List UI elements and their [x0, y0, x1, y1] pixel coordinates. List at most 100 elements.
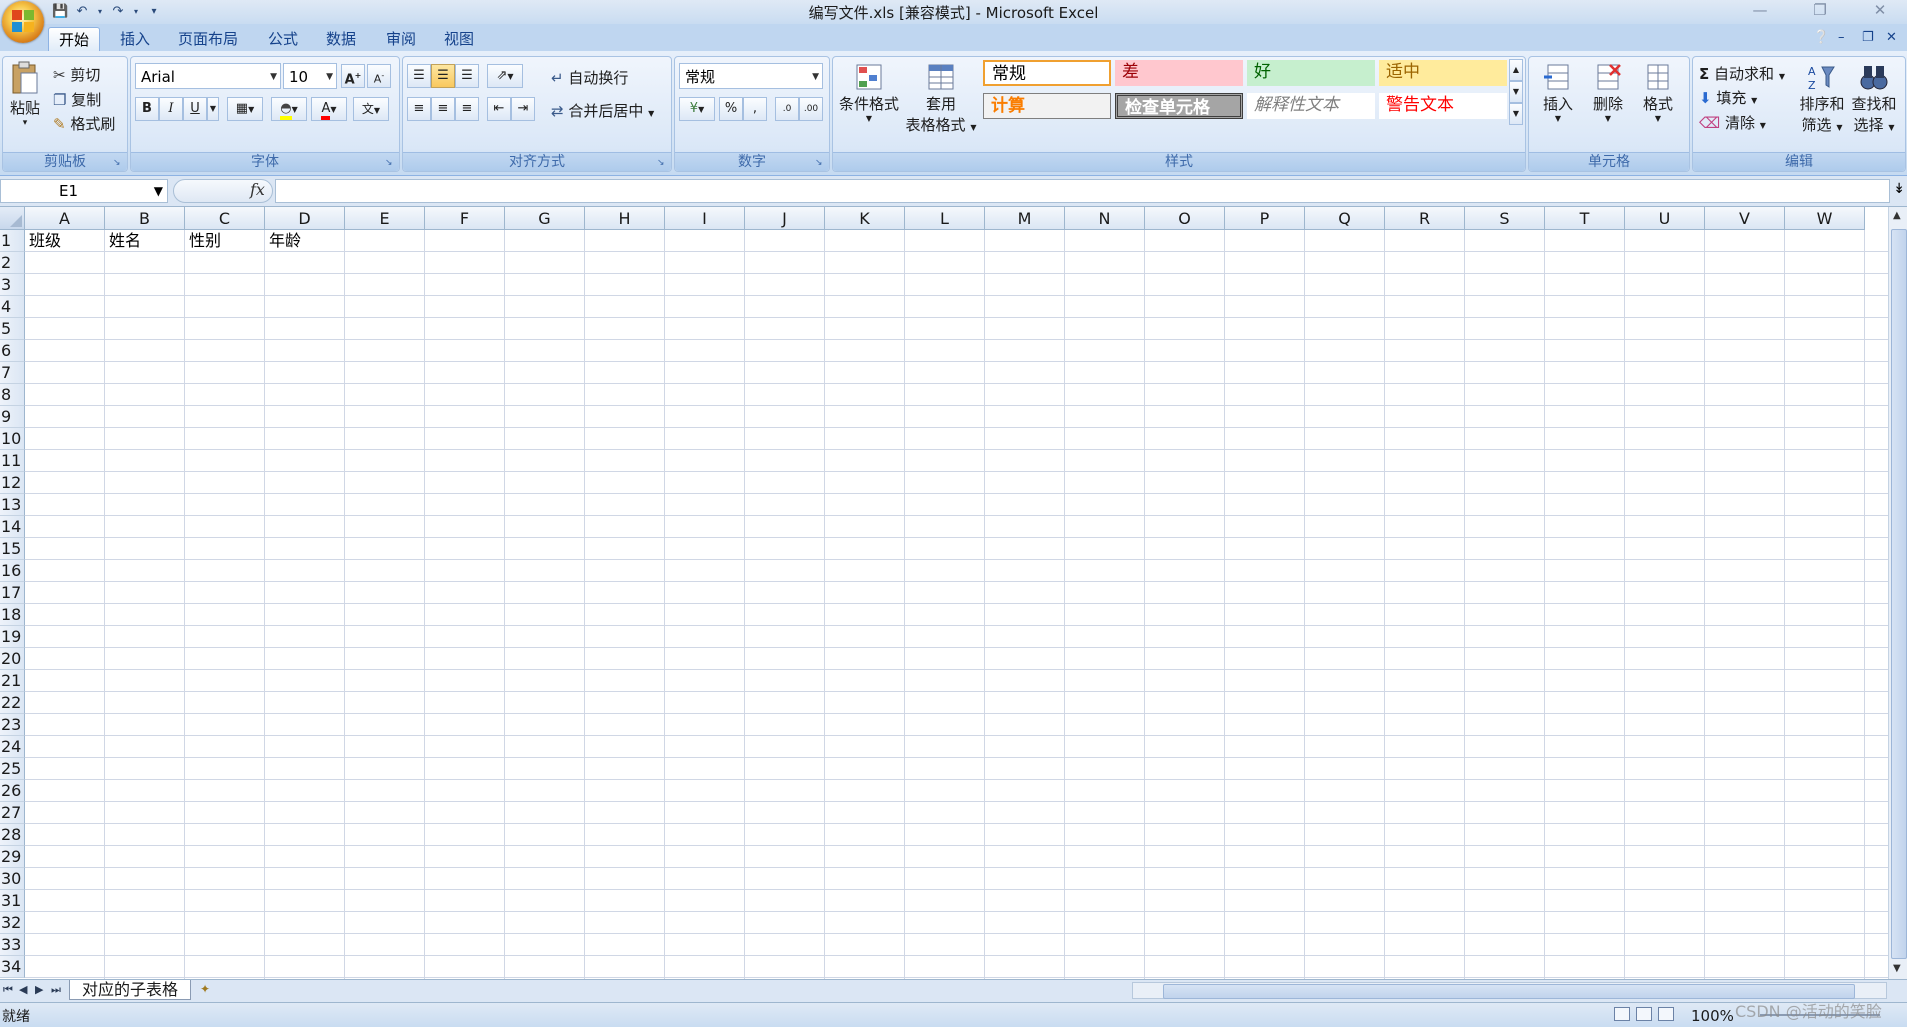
column-header-L[interactable]: L — [905, 207, 985, 230]
clipboard-launcher-icon[interactable]: ↘ — [113, 158, 123, 168]
name-box[interactable]: E1 ▼ — [0, 179, 168, 203]
page-layout-view-icon[interactable] — [1636, 1007, 1652, 1021]
column-header-U[interactable]: U — [1625, 207, 1705, 230]
orientation-button[interactable]: ⇗▼ — [487, 64, 523, 88]
column-header-H[interactable]: H — [585, 207, 665, 230]
fill-button[interactable]: ⬇ 填充 ▼ — [1699, 87, 1757, 108]
column-header-F[interactable]: F — [425, 207, 505, 230]
fill-color-button[interactable]: ◓▼ — [271, 97, 307, 121]
horizontal-scroll-thumb[interactable] — [1163, 984, 1855, 999]
row-header-1[interactable]: 1 — [0, 230, 25, 252]
row-header-19[interactable]: 19 — [0, 626, 25, 648]
format-as-table-button[interactable]: 套用 表格格式 ▼ — [901, 61, 981, 135]
style-neutral-cell[interactable]: 适中 — [1379, 60, 1507, 86]
row-header-8[interactable]: 8 — [0, 384, 25, 406]
merge-center-button[interactable]: ⇄ 合并后居中 ▼ — [551, 100, 654, 121]
column-header-S[interactable]: S — [1465, 207, 1545, 230]
phonetic-button[interactable]: 文▼ — [353, 97, 389, 121]
style-explanatory-cell[interactable]: 解释性文本 — [1247, 93, 1375, 119]
column-header-J[interactable]: J — [745, 207, 825, 230]
office-button[interactable] — [2, 1, 44, 43]
horizontal-scrollbar[interactable] — [1132, 982, 1887, 999]
restore-window-button[interactable]: ❐ — [1797, 0, 1843, 22]
row-header-26[interactable]: 26 — [0, 780, 25, 802]
row-header-27[interactable]: 27 — [0, 802, 25, 824]
alignment-launcher-icon[interactable]: ↘ — [657, 158, 667, 168]
row-header-10[interactable]: 10 — [0, 428, 25, 450]
next-sheet-icon[interactable]: ▶ — [35, 983, 43, 996]
row-header-31[interactable]: 31 — [0, 890, 25, 912]
column-header-B[interactable]: B — [105, 207, 185, 230]
style-good-cell[interactable]: 好 — [1247, 60, 1375, 86]
close-window-button[interactable]: ✕ — [1857, 0, 1903, 22]
increase-decimal-button[interactable]: .0 — [775, 97, 799, 121]
comma-button[interactable]: , — [743, 97, 767, 121]
font-launcher-icon[interactable]: ↘ — [385, 158, 395, 168]
style-calculation-cell[interactable]: 计算 — [983, 93, 1111, 119]
tab-data[interactable]: 数据 — [316, 27, 366, 51]
scroll-down-icon[interactable]: ▼ — [1893, 963, 1901, 974]
bold-button[interactable]: B — [135, 97, 159, 121]
shrink-font-button[interactable]: A- — [367, 64, 391, 88]
copy-button[interactable]: ❐ 复制 — [53, 89, 101, 110]
font-color-button[interactable]: A▼ — [311, 97, 347, 121]
tab-page-layout[interactable]: 页面布局 — [168, 27, 248, 51]
column-header-K[interactable]: K — [825, 207, 905, 230]
normal-view-icon[interactable] — [1614, 1007, 1630, 1021]
column-header-G[interactable]: G — [505, 207, 585, 230]
paste-button[interactable]: 粘贴 ▾ — [7, 61, 43, 128]
cut-button[interactable]: ✂ 剪切 — [53, 64, 100, 85]
tab-formulas[interactable]: 公式 — [258, 27, 308, 51]
row-header-13[interactable]: 13 — [0, 494, 25, 516]
cell-B1[interactable]: 姓名 — [105, 230, 185, 252]
vertical-scrollbar[interactable]: ▲ ▼ — [1888, 207, 1907, 979]
grow-font-button[interactable]: A+ — [341, 64, 365, 88]
row-header-29[interactable]: 29 — [0, 846, 25, 868]
column-header-N[interactable]: N — [1065, 207, 1145, 230]
align-left-button[interactable]: ≡ — [407, 97, 431, 121]
row-header-32[interactable]: 32 — [0, 912, 25, 934]
tab-home[interactable]: 开始 — [48, 27, 101, 52]
formula-input[interactable] — [275, 179, 1890, 203]
format-cells-button[interactable]: 格式 ▼ — [1633, 61, 1683, 123]
currency-button[interactable]: ¥▼ — [679, 97, 715, 121]
style-bad-cell[interactable]: 差 — [1115, 60, 1243, 86]
prev-sheet-icon[interactable]: ◀ — [19, 983, 27, 996]
column-header-P[interactable]: P — [1225, 207, 1305, 230]
row-header-28[interactable]: 28 — [0, 824, 25, 846]
column-header-T[interactable]: T — [1545, 207, 1625, 230]
styles-scroll-up-icon[interactable]: ▲ — [1509, 59, 1523, 81]
decrease-indent-button[interactable]: ⇤ — [487, 97, 511, 121]
tab-view[interactable]: 视图 — [434, 27, 484, 51]
row-header-9[interactable]: 9 — [0, 406, 25, 428]
row-header-21[interactable]: 21 — [0, 670, 25, 692]
column-header-R[interactable]: R — [1385, 207, 1465, 230]
help-icon[interactable]: ❔ — [1813, 30, 1829, 45]
row-header-15[interactable]: 15 — [0, 538, 25, 560]
row-header-20[interactable]: 20 — [0, 648, 25, 670]
align-top-button[interactable]: ☰ — [407, 64, 431, 88]
autosum-button[interactable]: Σ 自动求和 ▼ — [1699, 63, 1785, 84]
row-header-30[interactable]: 30 — [0, 868, 25, 890]
row-header-34[interactable]: 34 — [0, 956, 25, 978]
clear-button[interactable]: ⌫ 清除 ▼ — [1699, 112, 1766, 133]
insert-cells-button[interactable]: 插入 ▼ — [1533, 61, 1583, 123]
align-center-button[interactable]: ≡ — [431, 97, 455, 121]
scroll-up-icon[interactable]: ▲ — [1893, 210, 1901, 221]
row-header-25[interactable]: 25 — [0, 758, 25, 780]
cell-C1[interactable]: 性别 — [185, 230, 265, 252]
styles-scroll-down-icon[interactable]: ▼ — [1509, 81, 1523, 103]
column-header-M[interactable]: M — [985, 207, 1065, 230]
row-header-23[interactable]: 23 — [0, 714, 25, 736]
border-button[interactable]: ▦▼ — [227, 97, 263, 121]
row-header-17[interactable]: 17 — [0, 582, 25, 604]
column-header-A[interactable]: A — [25, 207, 105, 230]
format-painter-button[interactable]: ✎ 格式刷 — [53, 113, 115, 134]
row-header-14[interactable]: 14 — [0, 516, 25, 538]
row-header-4[interactable]: 4 — [0, 296, 25, 318]
row-header-22[interactable]: 22 — [0, 692, 25, 714]
align-right-button[interactable]: ≡ — [455, 97, 479, 121]
underline-dropdown-icon[interactable]: ▼ — [207, 97, 219, 121]
decrease-decimal-button[interactable]: .00 — [799, 97, 823, 121]
row-header-6[interactable]: 6 — [0, 340, 25, 362]
